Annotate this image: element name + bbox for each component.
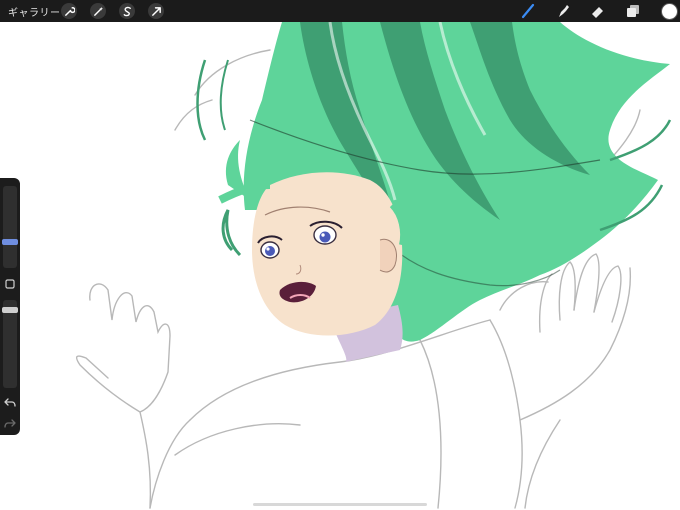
opacity-slider[interactable] [2, 300, 18, 388]
opacity-knob[interactable] [2, 307, 18, 313]
eraser-icon[interactable] [590, 3, 606, 19]
modify-button[interactable] [2, 277, 18, 291]
gallery-button[interactable]: ギャラリー [8, 4, 61, 19]
top-toolbar: ギャラリー [0, 0, 680, 22]
brush-size-slider[interactable] [2, 186, 18, 268]
undo-arrow-icon[interactable] [2, 395, 18, 409]
drawing-canvas[interactable] [0, 22, 680, 510]
smudge-icon[interactable] [555, 3, 571, 19]
wrench-icon[interactable] [61, 3, 77, 19]
magic-wand-icon[interactable] [90, 3, 106, 19]
color-picker-button[interactable] [661, 3, 678, 20]
face [252, 172, 407, 362]
layers-icon[interactable] [625, 3, 641, 19]
brush-icon[interactable] [520, 3, 536, 19]
selection-s-icon[interactable] [119, 3, 135, 19]
home-indicator[interactable] [253, 503, 427, 506]
transform-arrow-icon[interactable] [148, 3, 164, 19]
side-toolbar [0, 178, 20, 435]
brush-size-knob[interactable] [2, 239, 18, 245]
redo-arrow-icon[interactable] [2, 416, 18, 430]
